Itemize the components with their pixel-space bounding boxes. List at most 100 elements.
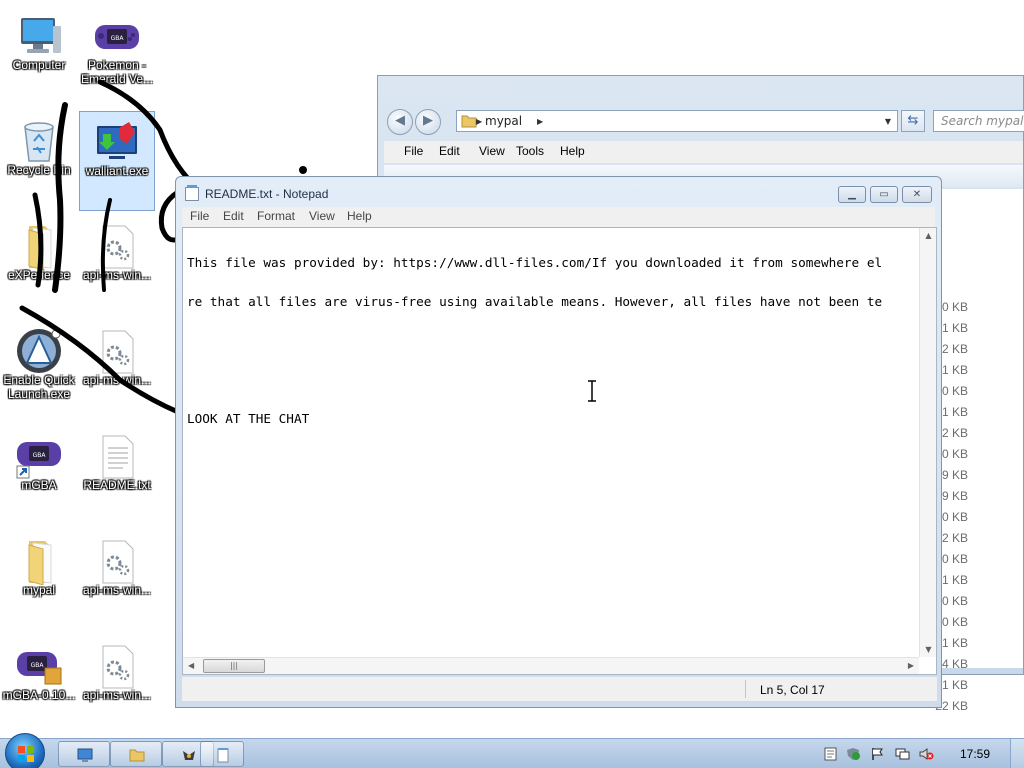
- minimize-icon: ▁: [848, 189, 856, 200]
- desktop-icon-mgba-shortcut[interactable]: GBA mGBA: [1, 426, 77, 526]
- horizontal-scrollbar[interactable]: ◀ ||| ▶: [183, 657, 919, 674]
- refresh-button[interactable]: ⇆: [901, 110, 925, 132]
- refresh-icon: ⇆: [907, 113, 919, 128]
- menu-help[interactable]: Help: [347, 209, 372, 223]
- desktop-icon-label: mGBA: [21, 478, 57, 492]
- cursor-position: Ln 5, Col 17: [760, 683, 825, 697]
- breadcrumb-arrow-icon: ▶: [476, 117, 483, 126]
- desktop-icon-label: api-ms-win...: [82, 373, 151, 387]
- scroll-up-icon[interactable]: ▲: [920, 231, 936, 240]
- desktop-icon-label: api-ms-win...: [82, 583, 151, 597]
- minimize-button[interactable]: ▁: [838, 186, 866, 203]
- notepad-titlebar[interactable]: README.txt - Notepad ▁ ▭ ✕: [176, 177, 941, 207]
- menu-view[interactable]: View: [479, 144, 505, 158]
- breadcrumb-mypal[interactable]: mypal: [485, 114, 522, 128]
- gba-shortcut-icon: GBA: [16, 442, 61, 479]
- scroll-left-icon[interactable]: ◀: [188, 661, 194, 670]
- back-button[interactable]: ◀: [387, 109, 413, 135]
- dll-file-icon: [102, 540, 134, 584]
- desktop-icon-label: Computer: [12, 58, 66, 72]
- windows-logo-icon: [18, 746, 34, 762]
- menu-help[interactable]: Help: [560, 144, 585, 158]
- desktop-icon-walliant[interactable]: walliant.exe: [79, 111, 155, 211]
- vertical-scrollbar[interactable]: ▲ ▼: [919, 228, 936, 657]
- taskbar-button-explorer[interactable]: [110, 741, 162, 767]
- walliant-app-icon: [97, 122, 137, 159]
- menu-file[interactable]: File: [404, 144, 423, 158]
- close-button[interactable]: ✕: [902, 186, 932, 203]
- notepad-menubar: File Edit Format View Help: [182, 207, 935, 227]
- search-input[interactable]: Search mypal: [933, 110, 1024, 132]
- menu-format[interactable]: Format: [257, 209, 295, 223]
- text-line: [187, 334, 917, 347]
- desktop-icon-label: Enable Quick Launch.exe: [3, 373, 75, 401]
- text-line: This file was provided by: https://www.d…: [187, 255, 883, 270]
- desktop-icon-mypal[interactable]: mypal: [1, 531, 77, 631]
- desktop-icon-readme[interactable]: README.txt: [79, 426, 155, 526]
- maximize-button[interactable]: ▭: [870, 186, 898, 203]
- show-desktop-button[interactable]: [1010, 739, 1024, 768]
- desktop-icon-api-dll-4[interactable]: api-ms-win...: [79, 636, 155, 736]
- scroll-down-icon[interactable]: ▼: [920, 645, 936, 654]
- desktop-icon-recycle-bin[interactable]: Recycle Bin: [1, 111, 77, 211]
- text-file-icon: [102, 435, 134, 479]
- text-line: [187, 373, 917, 386]
- desktop-icon-label: api-ms-win...: [82, 268, 151, 282]
- scroll-right-icon[interactable]: ▶: [908, 661, 914, 670]
- breadcrumb-arrow-icon[interactable]: ▶: [537, 117, 543, 126]
- system-clock[interactable]: 17:59: [960, 747, 990, 761]
- desktop-icon-mgba-archive[interactable]: GBA mGBA-0.10...: [1, 636, 77, 736]
- menu-edit[interactable]: Edit: [223, 209, 244, 223]
- desktop-icon-experience[interactable]: eXPerience: [1, 216, 77, 316]
- start-button[interactable]: [5, 733, 45, 768]
- desktop-icon-label: walliant.exe: [85, 164, 149, 178]
- status-bar: Ln 5, Col 17: [182, 677, 937, 701]
- walliant-app-icon: [183, 751, 195, 760]
- taskbar-button-remote-desktop[interactable]: [58, 741, 110, 767]
- action-center-flag-icon[interactable]: [870, 747, 885, 761]
- forward-button[interactable]: ▶: [415, 109, 441, 135]
- text-cursor-icon: [588, 380, 596, 402]
- back-arrow-icon: ◀: [395, 113, 405, 128]
- network-icon[interactable]: [895, 747, 910, 761]
- dll-file-icon: [102, 225, 134, 269]
- taskbar-button-notepad[interactable]: [200, 741, 244, 767]
- gba-archive-icon: GBA: [17, 652, 62, 685]
- desktop-icon-pokemon-rom[interactable]: GBA Pokemon - Emerald Ve...: [79, 6, 155, 106]
- volume-muted-icon[interactable]: [919, 747, 934, 761]
- gba-rom-icon: GBA: [95, 25, 139, 49]
- address-bar[interactable]: ▶ mypal ▶ ▼: [456, 110, 898, 132]
- text-line: LOOK AT THE CHAT: [187, 411, 310, 426]
- notepad-icon: [185, 185, 199, 201]
- window-title: README.txt - Notepad: [205, 187, 329, 201]
- scrollbar-thumb[interactable]: |||: [203, 659, 265, 673]
- text-line: re that all files are virus-free using a…: [187, 294, 883, 309]
- menu-edit[interactable]: Edit: [439, 144, 460, 158]
- address-dropdown-icon[interactable]: ▼: [885, 117, 891, 126]
- desktop-icon-label: mypal: [22, 583, 55, 597]
- menu-tools[interactable]: Tools: [516, 144, 544, 158]
- desktop-icon-label: Pokemon - Emerald Ve...: [80, 58, 154, 86]
- menu-file[interactable]: File: [190, 209, 209, 223]
- close-icon: ✕: [912, 189, 922, 200]
- svg-text:GBA: GBA: [31, 662, 45, 669]
- computer-icon: [21, 18, 61, 53]
- menu-view[interactable]: View: [309, 209, 335, 223]
- document-text[interactable]: This file was provided by: https://www.d…: [187, 230, 917, 451]
- dll-file-icon: [102, 645, 134, 689]
- desktop-icon-enable-quick-launch[interactable]: Enable Quick Launch.exe: [1, 321, 77, 421]
- security-shield-icon[interactable]: [846, 747, 861, 761]
- desktop-icon-api-dll-2[interactable]: api-ms-win...: [79, 321, 155, 421]
- windows-explorer-icon: [129, 749, 145, 762]
- notepad-window[interactable]: README.txt - Notepad ▁ ▭ ✕ File Edit For…: [175, 176, 942, 708]
- desktop-icon-api-dll-1[interactable]: api-ms-win...: [79, 216, 155, 316]
- desktop-icon-api-dll-3[interactable]: api-ms-win...: [79, 531, 155, 631]
- desktop-icon-computer[interactable]: Computer: [1, 6, 77, 106]
- recycle-bin-icon: [24, 122, 54, 162]
- notepad-icon: [217, 748, 229, 763]
- aim-app-icon: [17, 329, 61, 373]
- text-editor-area[interactable]: This file was provided by: https://www.d…: [182, 227, 937, 675]
- status-separator: [745, 680, 746, 698]
- notepad-tray-icon[interactable]: [823, 747, 838, 761]
- folder-icon: [28, 541, 52, 585]
